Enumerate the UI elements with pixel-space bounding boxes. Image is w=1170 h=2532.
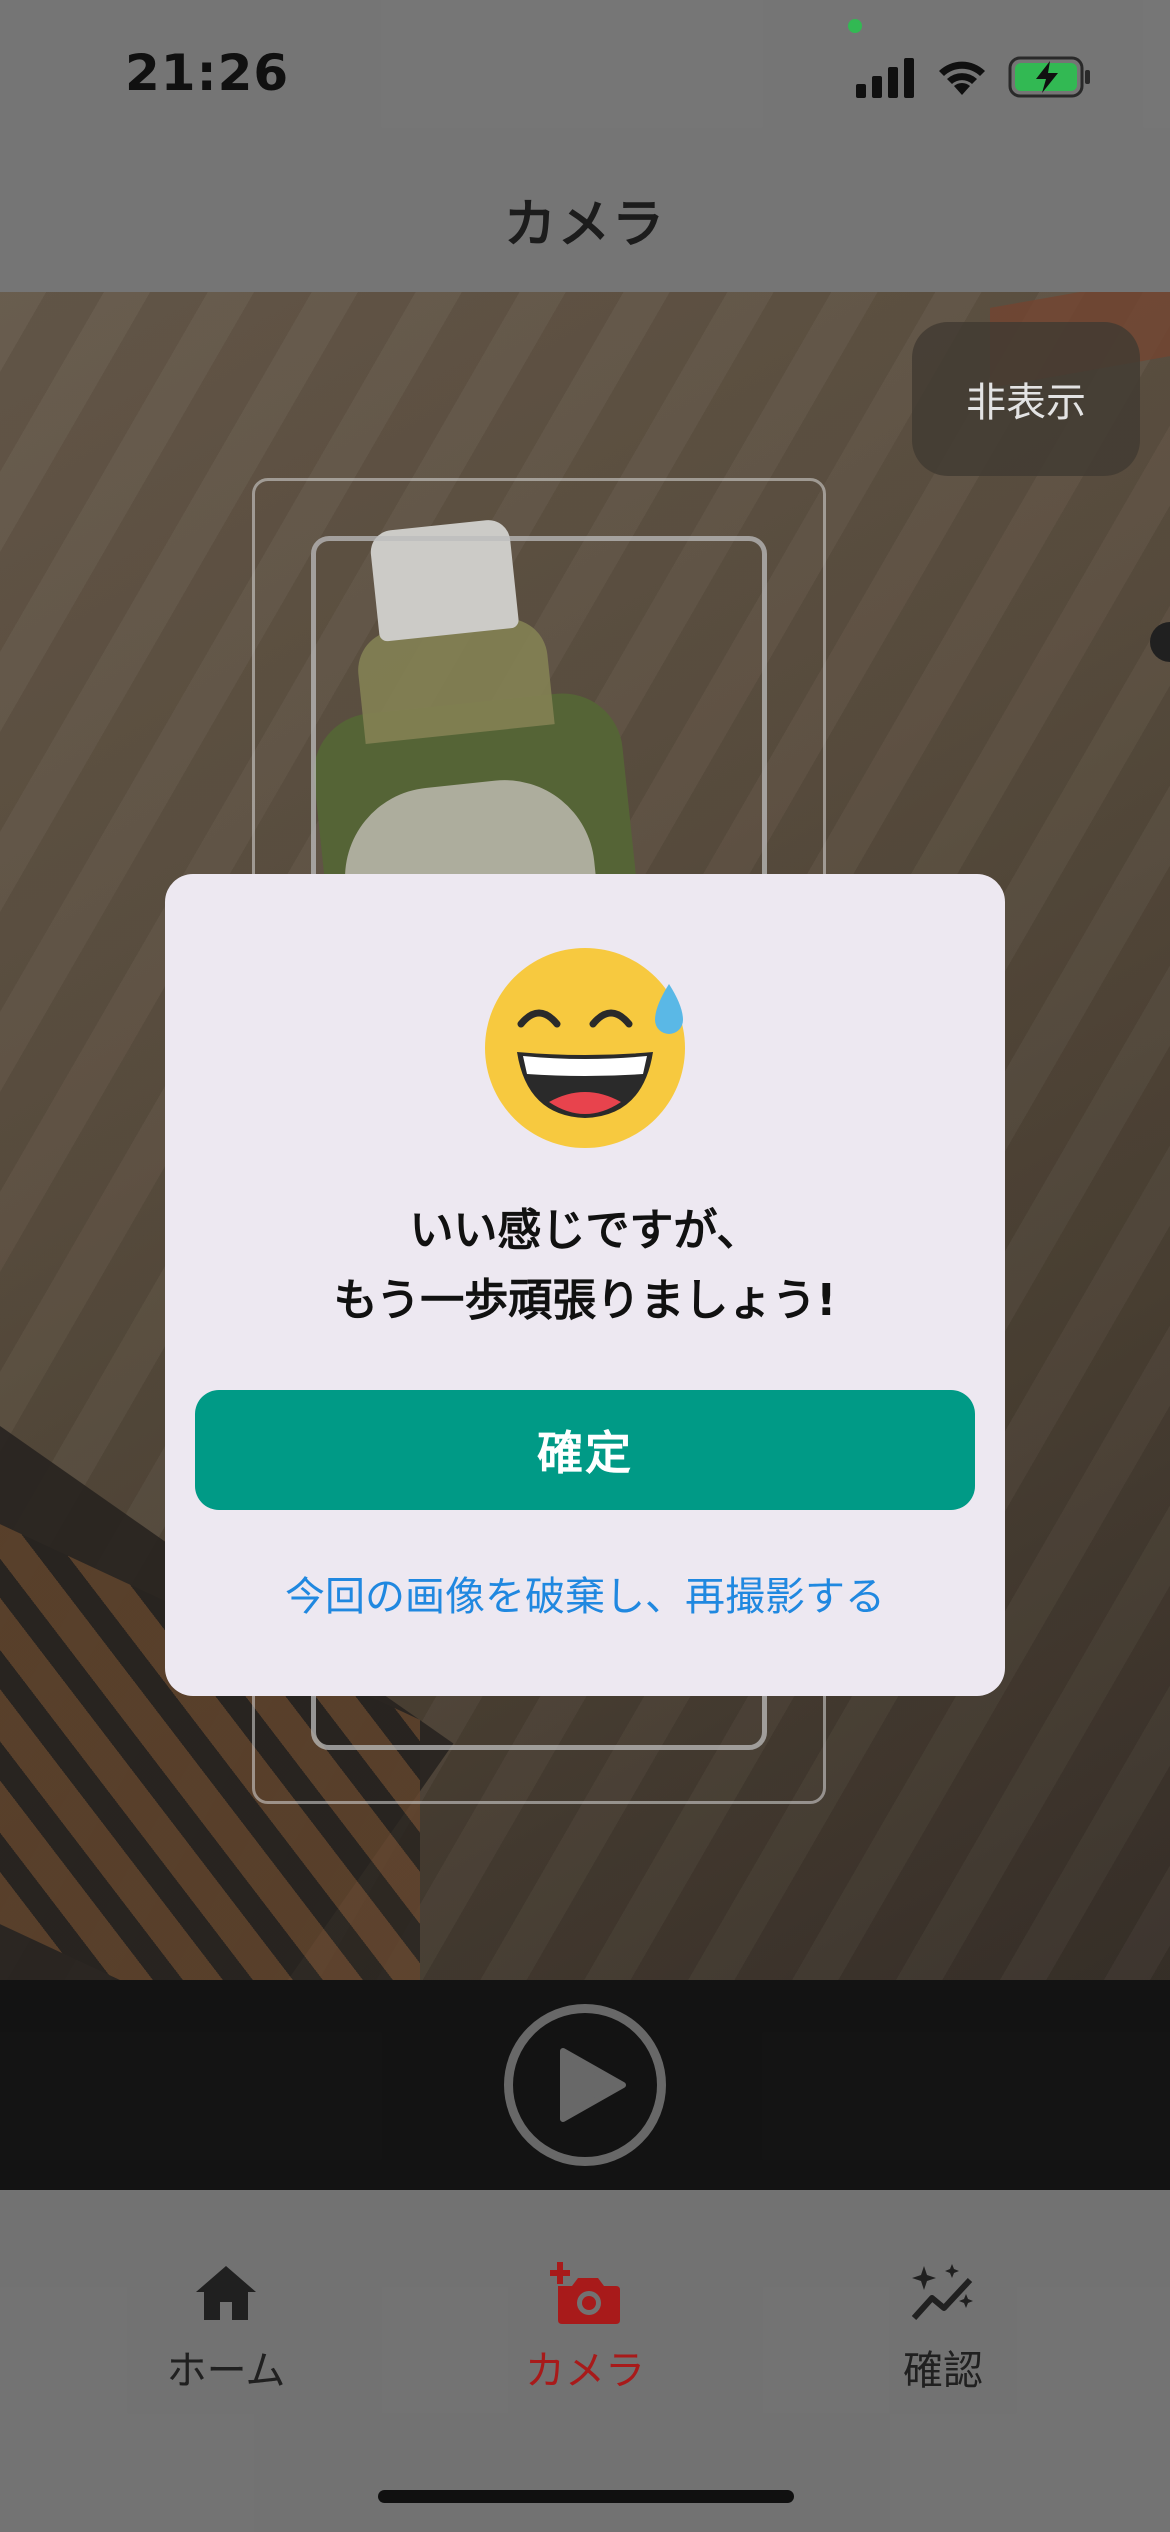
cellular-signal-icon [856, 58, 914, 98]
tab-label: カメラ [525, 2348, 645, 2394]
result-message-line1: いい感じですが、 [409, 1205, 761, 1256]
tab-label: 確認 [903, 2348, 983, 2394]
status-time: 21:26 [125, 44, 290, 102]
privacy-indicator-dot [848, 19, 862, 33]
home-indicator[interactable] [378, 2490, 794, 2503]
result-modal: いい感じですが、 もう一歩頑張りましょう! 確定 今回の画像を破棄し、再撮影する [165, 874, 1005, 1696]
status-bar: 21:26 [0, 0, 1170, 150]
header: カメラ [0, 150, 1170, 292]
page-title: カメラ [503, 195, 666, 255]
result-message: いい感じですが、 もう一歩頑張りましょう! [165, 1196, 1005, 1336]
play-icon[interactable] [557, 2047, 627, 2123]
wifi-icon [939, 61, 985, 95]
tab-label: ホーム [166, 2348, 286, 2394]
tab-home[interactable]: ホーム [76, 2260, 376, 2400]
grinning-face-with-sweat-icon [485, 948, 685, 1148]
shutter-bar [0, 1980, 1170, 2190]
discard-and-retake-link[interactable]: 今回の画像を破棄し、再撮影する [165, 1564, 1005, 1622]
add-camera-icon [550, 2262, 620, 2324]
sparkle-chart-icon [911, 2264, 973, 2321]
tab-confirm[interactable]: 確認 [793, 2260, 1093, 2400]
result-message-line2: もう一歩頑張りましょう! [333, 1275, 837, 1326]
confirm-button[interactable]: 確定 [195, 1390, 975, 1510]
tab-bar: ホーム カメラ 確認 [0, 2190, 1170, 2532]
home-icon [196, 2266, 256, 2320]
battery-charging-icon [1008, 56, 1090, 98]
tab-camera[interactable]: カメラ [435, 2260, 735, 2400]
hide-button[interactable]: 非表示 [912, 322, 1140, 476]
